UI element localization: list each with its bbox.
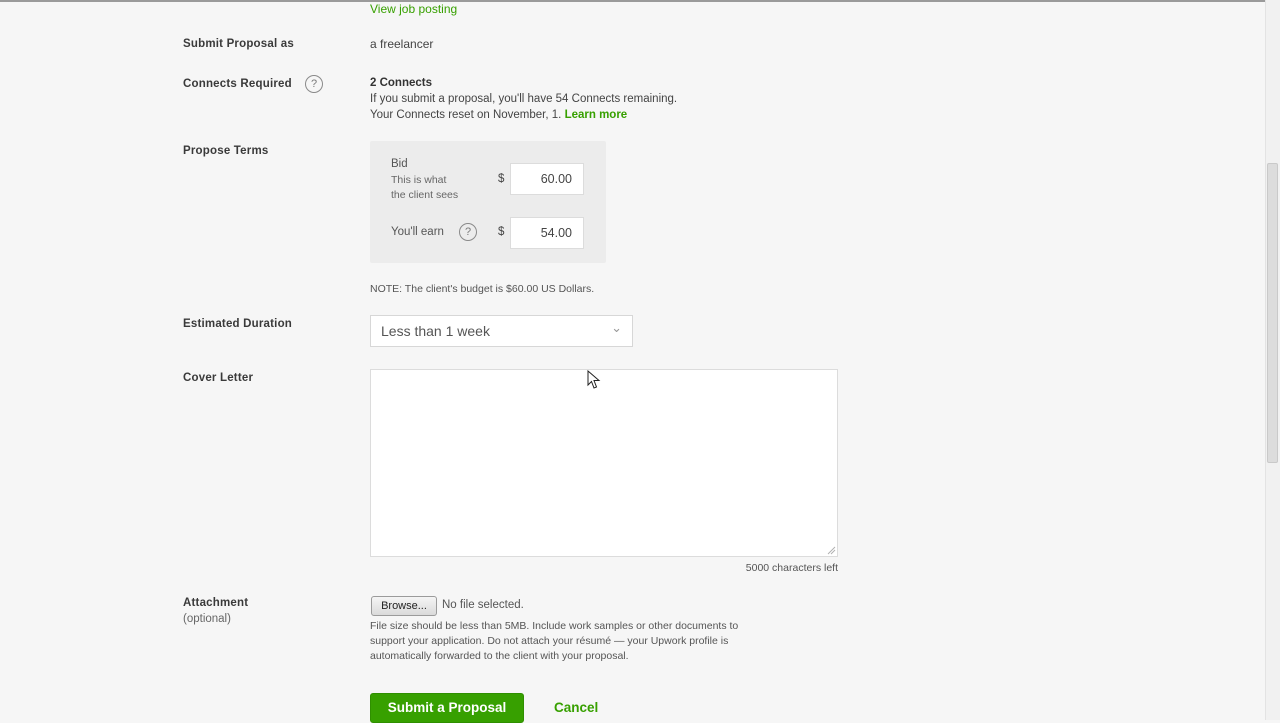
estimated-duration-label: Estimated Duration <box>183 318 293 330</box>
connects-remaining-text: If you submit a proposal, you'll have 54… <box>370 93 678 105</box>
earn-help-icon[interactable]: ? <box>459 223 477 241</box>
earn-amount-input[interactable]: 54.00 <box>510 217 584 249</box>
no-file-selected: No file selected. <box>442 599 524 611</box>
top-divider <box>0 0 1280 2</box>
attachment-label: Attachment <box>183 597 249 609</box>
browse-button[interactable]: Browse... <box>371 596 437 616</box>
mouse-cursor-icon <box>587 370 601 389</box>
submit-proposal-button[interactable]: Submit a Proposal <box>370 693 524 723</box>
scrollbar-thumb[interactable] <box>1267 163 1278 463</box>
bid-currency: $ <box>498 173 505 185</box>
propose-terms-label: Propose Terms <box>183 145 269 157</box>
attachment-optional: (optional) <box>183 613 231 625</box>
bid-amount-input[interactable]: 60.00 <box>510 163 584 195</box>
cover-letter-label: Cover Letter <box>183 372 254 384</box>
question-circle-icon[interactable]: ? <box>305 75 323 93</box>
budget-note: NOTE: The client's budget is $60.00 US D… <box>370 283 595 295</box>
bid-label: Bid <box>391 158 408 170</box>
earn-currency: $ <box>498 226 505 238</box>
view-job-posting-link[interactable]: View job posting <box>370 2 457 16</box>
characters-left: 5000 characters left <box>745 562 838 574</box>
resize-handle-icon[interactable] <box>826 545 836 555</box>
connects-required-label: Connects Required <box>183 78 292 90</box>
submit-as-label: Submit Proposal as <box>183 38 294 50</box>
duration-select[interactable]: Less than 1 week ⌄ <box>370 315 633 347</box>
bid-sub-1: This is what <box>391 174 447 186</box>
cover-letter-textarea[interactable] <box>370 369 838 557</box>
attachment-help-2: support your application. Do not attach … <box>370 635 729 647</box>
connects-reset-text: Your Connects reset on November, 1. Lear… <box>370 109 627 121</box>
duration-selected-value: Less than 1 week <box>381 323 490 339</box>
attachment-help-1: File size should be less than 5MB. Inclu… <box>370 620 739 632</box>
cancel-link[interactable]: Cancel <box>554 700 598 715</box>
bid-sub-2: the client sees <box>391 189 459 201</box>
submit-as-value: a freelancer <box>370 37 434 51</box>
learn-more-link[interactable]: Learn more <box>565 109 628 121</box>
chevron-down-icon: ⌄ <box>611 320 622 335</box>
connects-count: 2 Connects <box>370 77 432 89</box>
earn-label: You'll earn <box>391 226 444 238</box>
connects-reset-prefix: Your Connects reset on November, 1. <box>370 109 562 121</box>
terms-box: Bid This is what the client sees $ 60.00… <box>370 141 606 263</box>
attachment-help-3: automatically forwarded to the client wi… <box>370 650 629 662</box>
